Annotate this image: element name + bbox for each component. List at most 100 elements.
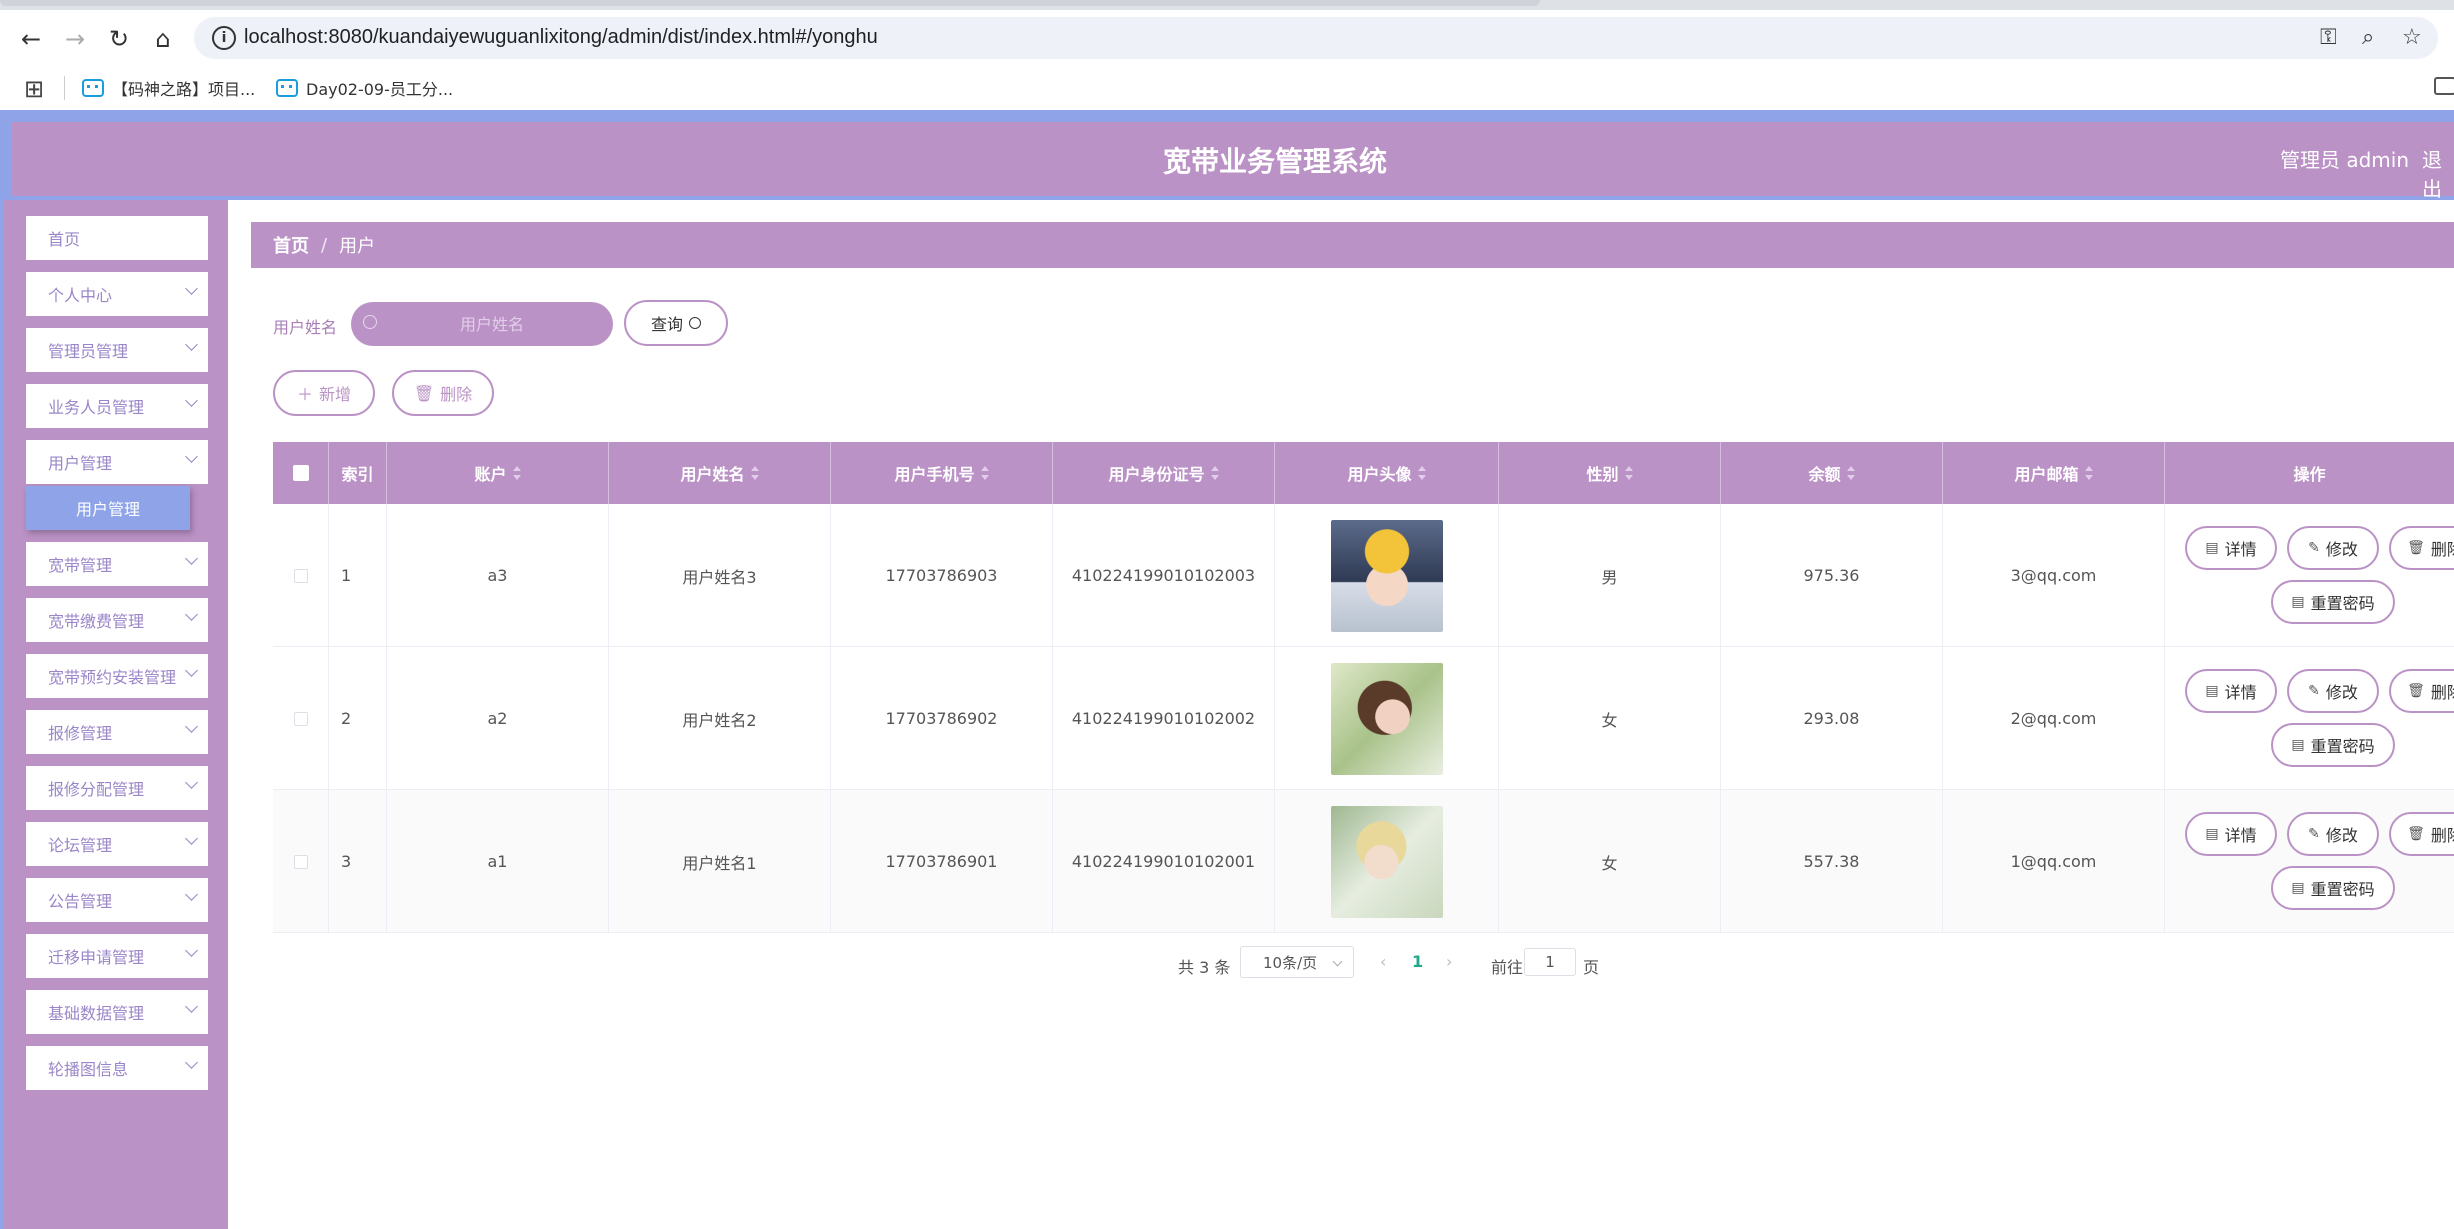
sidebar-item-carousel[interactable]: 轮播图信息: [26, 1046, 208, 1090]
home-icon[interactable]: ⌂: [148, 24, 178, 54]
row-delete-button[interactable]: 🗑 删除: [2389, 669, 2454, 713]
bookmark-item[interactable]: Day02-09-员工分...: [276, 76, 453, 100]
detail-label: 详情: [2224, 826, 2257, 845]
sort-icon[interactable]: [512, 466, 521, 480]
sidebar-item-broadband[interactable]: 宽带管理: [26, 542, 208, 586]
edit-button[interactable]: ✎ 修改: [2287, 669, 2379, 713]
address-bar[interactable]: i localhost:8080/kuandaiyewuguanlixitong…: [194, 17, 2438, 59]
sidebar-item-repair[interactable]: 报修管理: [26, 710, 208, 754]
sidebar-item-repair-assign[interactable]: 报修分配管理: [26, 766, 208, 810]
sidebar-item-forum[interactable]: 论坛管理: [26, 822, 208, 866]
reset-password-label: 重置密码: [2310, 737, 2375, 756]
column-header-name[interactable]: 用户姓名: [609, 442, 831, 504]
column-title: 用户姓名: [680, 465, 745, 484]
delete-button[interactable]: 🗑 删除: [392, 370, 494, 416]
sort-icon[interactable]: [1624, 466, 1633, 480]
sidebar-item-base-data[interactable]: 基础数据管理: [26, 990, 208, 1034]
password-key-icon[interactable]: ⚿: [2320, 25, 2337, 50]
chevron-down-icon: [185, 450, 198, 463]
cell-name: 用户姓名2: [609, 647, 831, 790]
column-header-account[interactable]: 账户: [387, 442, 609, 504]
detail-button[interactable]: ▤ 详情: [2185, 526, 2277, 570]
bookmark-star-icon[interactable]: ☆: [2402, 25, 2422, 50]
column-header-gender[interactable]: 性别: [1499, 442, 1721, 504]
row-checkbox[interactable]: [293, 711, 308, 726]
row-checkbox-cell: [273, 790, 329, 933]
search-input[interactable]: [387, 302, 597, 346]
forward-icon[interactable]: →: [60, 24, 90, 54]
sidebar-item-admins[interactable]: 管理员管理: [26, 328, 208, 372]
breadcrumb-separator: /: [321, 234, 328, 256]
plus-icon: ＋: [296, 385, 313, 404]
column-header-id-card[interactable]: 用户身份证号: [1053, 442, 1275, 504]
row-checkbox[interactable]: [293, 568, 308, 583]
reset-password-button[interactable]: ▤ 重置密码: [2271, 723, 2395, 767]
row-delete-button[interactable]: 🗑 删除: [2389, 526, 2454, 570]
sidebar-item-install[interactable]: 宽带预约安装管理: [26, 654, 208, 698]
submenu-item-users[interactable]: 用户管理: [26, 486, 190, 530]
sort-icon[interactable]: [1210, 466, 1219, 480]
column-header-email[interactable]: 用户邮箱: [1943, 442, 2165, 504]
logout-link[interactable]: 退出: [2422, 144, 2454, 202]
detail-button[interactable]: ▤ 详情: [2185, 812, 2277, 856]
query-button[interactable]: 查询: [624, 300, 728, 346]
table-row: 2 a2 用户姓名2 17703786902 41022419901010200…: [273, 647, 2454, 790]
sidebar-item-staff[interactable]: 业务人员管理: [26, 384, 208, 428]
next-page-icon[interactable]: ›: [1446, 952, 1452, 971]
sidebar-item-users[interactable]: 用户管理: [26, 440, 208, 484]
sort-icon[interactable]: [2084, 466, 2093, 480]
table-row: 1 a3 用户姓名3 17703786903 41022419901010200…: [273, 504, 2454, 647]
sidebar-item-payment[interactable]: 宽带缴费管理: [26, 598, 208, 642]
back-icon[interactable]: ←: [16, 24, 46, 54]
cell-name: 用户姓名1: [609, 790, 831, 933]
sort-icon[interactable]: [1417, 466, 1426, 480]
breadcrumb-home[interactable]: 首页: [273, 232, 309, 258]
sidebar-item-home[interactable]: 首页: [26, 216, 208, 260]
cell-actions: ▤ 详情 ✎ 修改 🗑 删除 ▤ 重置密码: [2165, 790, 2454, 933]
edit-button[interactable]: ✎ 修改: [2287, 526, 2379, 570]
column-header-avatar[interactable]: 用户头像: [1275, 442, 1499, 504]
avatar: [1330, 662, 1443, 775]
search-icon: [689, 317, 701, 329]
bookmark-item[interactable]: 【码神之路】项目...: [82, 76, 255, 100]
checkbox[interactable]: [292, 465, 309, 481]
edit-button[interactable]: ✎ 修改: [2287, 812, 2379, 856]
url-text[interactable]: localhost:8080/kuandaiyewuguanlixitong/a…: [244, 26, 878, 49]
reset-password-button[interactable]: ▤ 重置密码: [2271, 580, 2395, 624]
sort-icon[interactable]: [980, 466, 989, 480]
sort-icon[interactable]: [750, 466, 759, 480]
detail-label: 详情: [2224, 540, 2257, 559]
sidebar-item-notice[interactable]: 公告管理: [26, 878, 208, 922]
reset-password-button[interactable]: ▤ 重置密码: [2271, 866, 2395, 910]
row-checkbox[interactable]: [293, 854, 308, 869]
sidebar-item-profile[interactable]: 个人中心: [26, 272, 208, 316]
app-header: 宽带业务管理系统 管理员 admin 退出: [12, 122, 2454, 201]
cell-account: a3: [387, 504, 609, 647]
select-all-checkbox[interactable]: [273, 442, 329, 504]
row-checkbox-cell: [273, 504, 329, 647]
apps-grid-icon[interactable]: ⊞: [24, 75, 44, 103]
pencil-icon: ✎: [2308, 540, 2320, 556]
column-header-phone[interactable]: 用户手机号: [831, 442, 1053, 504]
column-title: 用户头像: [1347, 465, 1412, 484]
add-button[interactable]: ＋ 新增: [273, 370, 375, 416]
sidebar-item-label: 宽带缴费管理: [48, 612, 145, 631]
reload-icon[interactable]: ↻: [104, 24, 134, 54]
sidebar-item-migration[interactable]: 迁移申请管理: [26, 934, 208, 978]
sort-icon[interactable]: [1846, 466, 1855, 480]
site-info-icon[interactable]: i: [212, 26, 236, 50]
search-field[interactable]: [351, 302, 613, 346]
cell-actions: ▤ 详情 ✎ 修改 🗑 删除 ▤ 重置密码: [2165, 504, 2454, 647]
browser-tab[interactable]: [0, 0, 1540, 6]
row-delete-button[interactable]: 🗑 删除: [2389, 812, 2454, 856]
zoom-icon[interactable]: ⌕: [2362, 25, 2374, 50]
page-number-active[interactable]: 1: [1412, 952, 1423, 971]
delete-button-label: 删除: [440, 385, 473, 404]
prev-page-icon[interactable]: ‹: [1380, 952, 1386, 971]
goto-page-input[interactable]: [1524, 948, 1576, 976]
page-size-select[interactable]: 10条/页: [1240, 946, 1354, 978]
detail-button[interactable]: ▤ 详情: [2185, 669, 2277, 713]
cell-index: 3: [329, 790, 387, 933]
folder-icon[interactable]: [2434, 77, 2454, 95]
column-header-balance[interactable]: 余额: [1721, 442, 1943, 504]
